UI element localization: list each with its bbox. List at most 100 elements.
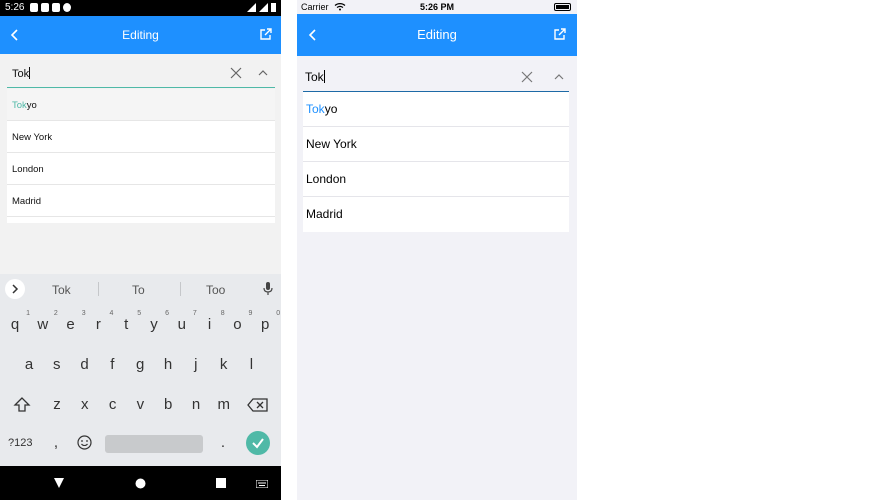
key-g[interactable]: g: [130, 356, 150, 373]
expand-toolbar-button[interactable]: [5, 279, 25, 299]
key-m[interactable]: m: [214, 396, 234, 413]
key-r[interactable]: r4: [88, 310, 114, 333]
clear-icon[interactable]: [521, 71, 533, 83]
page: 5:26 Editing Tok Tokyo New York London M…: [0, 0, 873, 500]
ios-device: Carrier 5:26 PM Editing Tok Tokyo New Yo…: [297, 0, 577, 500]
backspace-icon[interactable]: [247, 398, 269, 412]
key-i[interactable]: i8: [200, 310, 225, 333]
page-title: Editing: [122, 28, 159, 42]
wifi-icon: [247, 3, 256, 12]
suggestion-list: Tokyo New York London Madrid: [303, 92, 569, 232]
system-icons: [247, 3, 276, 12]
period-key[interactable]: .: [213, 434, 233, 451]
key-o[interactable]: o9: [227, 310, 252, 333]
android-device: 5:26 Editing Tok Tokyo New York London M…: [0, 0, 281, 500]
key-e[interactable]: e3: [61, 310, 85, 333]
key-v[interactable]: v: [130, 396, 150, 413]
settings-icon: [30, 3, 38, 12]
data-saver-icon: [63, 3, 71, 12]
key-l[interactable]: l: [241, 356, 261, 373]
key-hint: 2: [53, 310, 58, 317]
autocomplete-input[interactable]: Tok: [303, 63, 569, 92]
suggestion-item[interactable]: Madrid: [303, 197, 569, 232]
suggestion-item[interactable]: London: [303, 162, 569, 197]
key-s[interactable]: s: [47, 356, 67, 373]
key-hint: 0: [276, 310, 281, 317]
key-row-4: ?123 , .: [0, 431, 281, 468]
page-title: Editing: [417, 27, 457, 42]
word-suggestion[interactable]: Too: [206, 283, 225, 297]
key-hint: 9: [248, 310, 253, 317]
key-u[interactable]: u7: [172, 310, 197, 333]
battery-icon: [554, 3, 571, 11]
suggestion-item[interactable]: New York: [7, 121, 275, 153]
notification-icons: [30, 3, 71, 12]
key-p[interactable]: p0: [255, 310, 280, 333]
key-hint: 1: [26, 310, 30, 317]
key-hint: 6: [165, 310, 169, 317]
chevron-up-icon[interactable]: [553, 72, 565, 82]
input-value: Tok: [12, 67, 31, 80]
suggestion-divider: [180, 282, 181, 296]
sim-icon: [52, 3, 60, 12]
nav-home-icon[interactable]: [135, 478, 146, 489]
word-suggestion[interactable]: To: [132, 283, 145, 297]
check-icon: [252, 438, 264, 449]
battery-icon: [271, 3, 276, 12]
android-app-bar: Editing: [0, 16, 281, 54]
signal-icon: [259, 3, 268, 12]
key-hint: 3: [81, 310, 86, 317]
key-y[interactable]: y6: [144, 310, 169, 333]
suggestion-divider: [98, 282, 99, 296]
suggestion-item[interactable]: Tokyo: [7, 89, 275, 121]
key-a[interactable]: a: [19, 356, 39, 373]
comma-key[interactable]: ,: [46, 434, 66, 451]
suggestion-item[interactable]: New York: [303, 127, 569, 162]
key-hint: 7: [192, 310, 197, 317]
chevron-up-icon[interactable]: [257, 68, 269, 78]
suggestion-list: Tokyo New York London Madrid: [7, 89, 275, 223]
key-j[interactable]: j: [186, 356, 206, 373]
android-status-bar: 5:26: [0, 0, 281, 16]
key-d[interactable]: d: [75, 356, 95, 373]
key-k[interactable]: k: [214, 356, 234, 373]
symbols-key[interactable]: ?123: [8, 437, 32, 449]
ios-navigation-bar: Editing: [297, 14, 577, 56]
key-hint: 5: [137, 310, 142, 317]
emoji-icon[interactable]: [77, 435, 92, 450]
suggestion-item[interactable]: London: [7, 153, 275, 185]
ios-status-bar: Carrier 5:26 PM: [297, 0, 577, 14]
open-external-icon[interactable]: [553, 27, 567, 41]
soft-keyboard: Tok To Too q1w2e3r4t5y6u7i8o9p0 asdfghjk…: [0, 274, 281, 466]
suggestion-item[interactable]: Tokyo: [303, 92, 569, 127]
key-z[interactable]: z: [47, 396, 67, 413]
key-f[interactable]: f: [102, 356, 122, 373]
key-b[interactable]: b: [158, 396, 178, 413]
nav-back-icon[interactable]: [53, 477, 65, 489]
status-time: 5:26 PM: [419, 2, 454, 12]
key-w[interactable]: w2: [33, 310, 57, 333]
key-hint: 4: [109, 310, 114, 317]
autocomplete-input[interactable]: Tok: [7, 60, 275, 88]
keyboard-suggestion-strip: Tok To Too: [0, 274, 281, 304]
open-external-icon[interactable]: [259, 27, 273, 41]
word-suggestion[interactable]: Tok: [52, 283, 71, 297]
chevron-right-icon: [12, 284, 19, 294]
key-q[interactable]: q1: [5, 310, 30, 333]
clear-icon[interactable]: [230, 67, 242, 79]
spacebar[interactable]: [105, 435, 203, 453]
key-c[interactable]: c: [103, 396, 123, 413]
keyboard-switch-icon[interactable]: [256, 480, 268, 488]
nav-recents-icon[interactable]: [216, 478, 226, 488]
shift-icon[interactable]: [12, 396, 32, 414]
key-x[interactable]: x: [75, 396, 95, 413]
key-t[interactable]: t5: [116, 310, 141, 333]
suggestion-item[interactable]: Madrid: [7, 185, 275, 217]
list-partial-row: [7, 217, 275, 223]
key-n[interactable]: n: [186, 396, 206, 413]
key-h[interactable]: h: [158, 356, 178, 373]
shield-icon: [41, 3, 49, 12]
key-row-2: asdfghjkl: [0, 356, 281, 390]
done-button[interactable]: [246, 431, 270, 455]
microphone-icon[interactable]: [263, 282, 273, 296]
